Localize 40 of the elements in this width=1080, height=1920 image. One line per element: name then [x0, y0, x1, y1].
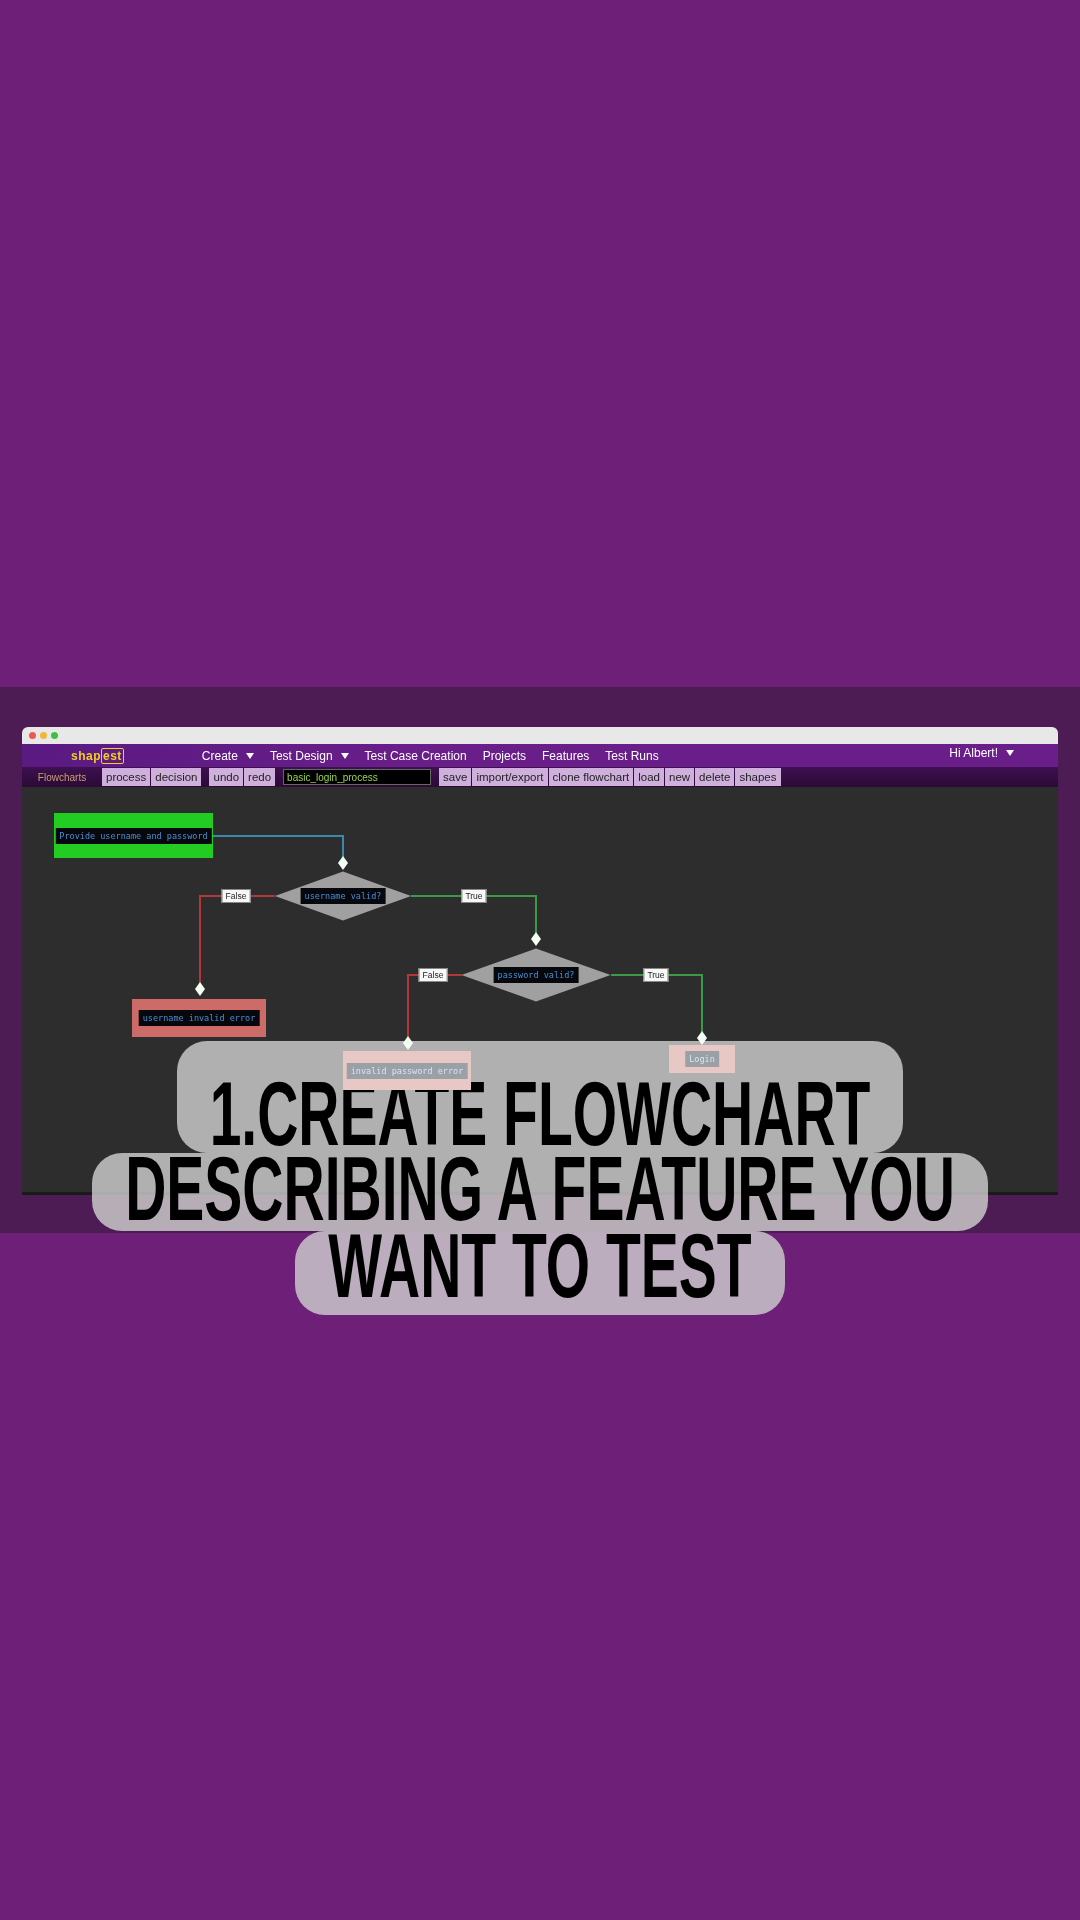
menu-item[interactable]: Projects — [482, 748, 526, 763]
edge-label: False — [418, 968, 448, 982]
node-label: username invalid error — [138, 1010, 260, 1026]
connector-handle[interactable] — [697, 1031, 707, 1045]
edge-label: True — [461, 889, 487, 903]
caption-text: DESCRIBING A FEATURE YOU — [125, 1153, 955, 1223]
edge-label: True — [643, 968, 669, 982]
node-label: username valid? — [300, 888, 386, 904]
node-label: Login — [685, 1051, 719, 1067]
toolbar-button[interactable]: undo — [209, 768, 244, 786]
connector-handle[interactable] — [195, 982, 205, 996]
menu-item[interactable]: Test Runs — [605, 748, 659, 763]
user-menu[interactable]: Hi Albert! — [949, 746, 1014, 760]
toolbar-button[interactable]: import/export — [472, 768, 548, 786]
connector-handle[interactable] — [338, 856, 348, 870]
menu-item[interactable]: Test Design — [269, 748, 349, 763]
edge-label: False — [221, 889, 251, 903]
name-field[interactable]: basic_login_process — [283, 769, 432, 785]
connector-handle[interactable] — [531, 932, 541, 946]
logo[interactable]: shap est — [71, 748, 124, 763]
menu-item[interactable]: Create — [201, 748, 254, 763]
section-label: Flowcharts — [36, 771, 88, 783]
toolbar-button[interactable]: process — [102, 768, 151, 786]
menu-item[interactable]: Features — [542, 748, 590, 763]
toolbar-button[interactable]: shapes — [735, 768, 781, 786]
close-icon[interactable] — [29, 732, 36, 739]
toolbar-button[interactable]: load — [634, 768, 664, 786]
caption-text: WANT TO TEST — [328, 1230, 752, 1300]
toolbar-button[interactable]: new — [665, 768, 695, 786]
toolbar-button[interactable]: redo — [244, 768, 276, 786]
toolbar-button[interactable]: delete — [695, 768, 735, 786]
toolbar-button[interactable]: decision — [151, 768, 202, 786]
menu-item[interactable]: Test Case Creation — [364, 748, 467, 763]
toolbar-button[interactable]: clone flowchart — [548, 768, 634, 786]
connector-handle[interactable] — [403, 1036, 413, 1050]
caret-icon — [1006, 750, 1014, 756]
toolbar-button[interactable]: save — [439, 768, 472, 786]
caret-icon — [340, 752, 349, 759]
node-label: password valid? — [493, 967, 579, 983]
caret-icon — [245, 752, 254, 759]
